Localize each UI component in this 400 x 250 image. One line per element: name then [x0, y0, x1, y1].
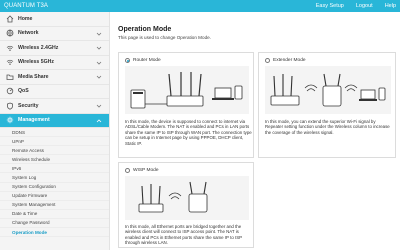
router-mode-illustration: [125, 66, 249, 114]
extender-icon: [322, 73, 342, 107]
shield-icon: [5, 101, 14, 110]
header-links: Easy Setup Logout Help: [316, 1, 396, 11]
wisp-mode-label: WISP Mode: [133, 167, 159, 173]
sidebar-item-label: Wireless 5GHz: [18, 59, 54, 66]
sidebar-item-management[interactable]: Management: [0, 113, 109, 128]
easy-setup-link[interactable]: Easy Setup: [316, 1, 344, 11]
wisp-mode-illustration: [125, 176, 249, 220]
help-link[interactable]: Help: [385, 1, 396, 11]
folder-icon: [5, 72, 14, 81]
logout-link[interactable]: Logout: [356, 1, 373, 11]
submenu-item-wireless-schedule[interactable]: Wireless Schedule: [0, 155, 109, 165]
sidebar-item-wireless-24[interactable]: Wireless 2.4GHz: [0, 41, 109, 56]
chevron-down-icon: [95, 102, 103, 110]
wifi-icon: [304, 84, 318, 92]
sidebar-item-label: QoS: [18, 88, 29, 95]
extender-mode-radio[interactable]: [265, 58, 270, 63]
brand-logo: QUANTUM T3A: [4, 3, 48, 9]
submenu-item-remote-access[interactable]: Remote Access: [0, 146, 109, 156]
chevron-down-icon: [95, 73, 103, 81]
sidebar-item-home[interactable]: Home: [0, 12, 109, 27]
sidebar-item-label: Management: [18, 117, 50, 124]
top-bar: QUANTUM T3A Easy Setup Logout Help: [0, 0, 400, 12]
router-mode-description: In this mode, the device is supposed to …: [125, 119, 252, 146]
main-content: Operation Mode This page is used to chan…: [114, 12, 400, 250]
extender-mode-illustration: [265, 66, 391, 114]
sidebar-item-label: Network: [18, 30, 39, 37]
router-mode-label: Router Mode: [133, 57, 161, 63]
wifi-icon: [5, 58, 14, 67]
management-submenu: DDNS UPnP Remote Access Wireless Schedul…: [0, 128, 109, 238]
access-point-icon: [188, 181, 208, 213]
sidebar-item-label: Media Share: [18, 73, 49, 80]
extender-mode-card[interactable]: Extender Mode In this mode, you can exte…: [258, 52, 396, 158]
extender-mode-label: Extender Mode: [273, 57, 306, 63]
extender-mode-description: In this mode, you can extend the superio…: [265, 119, 390, 135]
page-subtitle: This page is used to change Operation Mo…: [118, 35, 211, 40]
sidebar-item-network[interactable]: Network: [0, 26, 109, 41]
chevron-down-icon: [95, 44, 103, 52]
submenu-item-system-management[interactable]: System Management: [0, 201, 109, 210]
submenu-item-ipv6[interactable]: IPv6: [0, 164, 109, 174]
submenu-item-operation-mode[interactable]: Operation Mode: [0, 228, 109, 238]
router-mode-card[interactable]: Router Mode In this mode, the device is …: [118, 52, 254, 158]
chevron-up-icon: [95, 117, 103, 125]
wisp-mode-radio[interactable]: [125, 168, 130, 173]
submenu-item-upnp[interactable]: UPnP: [0, 137, 109, 147]
submenu-item-update-firmware[interactable]: Update Firmware: [0, 192, 109, 201]
sidebar-item-media-share[interactable]: Media Share: [0, 70, 109, 85]
laptop-icon: [212, 87, 234, 100]
router-mode-radio[interactable]: [125, 58, 130, 63]
sidebar-item-label: Security: [18, 102, 39, 109]
modem-icon: [130, 89, 146, 109]
chevron-down-icon: [95, 59, 103, 67]
phone-icon: [378, 87, 386, 101]
phone-icon: [234, 85, 243, 100]
laptop-icon: [359, 89, 377, 101]
wisp-mode-description: In this mode, all Ethernet ports are bri…: [125, 224, 242, 246]
sidebar-item-security[interactable]: Security: [0, 99, 109, 114]
submenu-item-system-log[interactable]: System Log: [0, 173, 109, 183]
wifi-icon: [5, 43, 14, 52]
qos-icon: [5, 87, 14, 96]
sidebar-item-label: Wireless 2.4GHz: [18, 44, 59, 51]
wifi-icon: [168, 192, 182, 200]
page-title: Operation Mode: [118, 26, 172, 33]
submenu-item-ddns[interactable]: DDNS: [0, 128, 109, 138]
router-icon: [270, 74, 300, 106]
router-icon: [166, 72, 204, 107]
wifi-icon: [344, 84, 358, 92]
submenu-item-date-time[interactable]: Date & Time: [0, 210, 109, 219]
home-icon: [5, 14, 14, 23]
sidebar-item-label: Home: [18, 15, 33, 22]
submenu-item-change-password[interactable]: Change Password: [0, 219, 109, 229]
globe-icon: [5, 29, 14, 38]
sidebar-item-qos[interactable]: QoS: [0, 84, 109, 99]
sidebar-item-wireless-5[interactable]: Wireless 5GHz: [0, 55, 109, 70]
sidebar: Home Network Wireless 2.4GHz Wireless 5G…: [0, 12, 110, 250]
wisp-mode-card[interactable]: WISP Mode In this mode, all Ethernet por…: [118, 162, 254, 248]
submenu-item-system-configuration[interactable]: System Configuration: [0, 183, 109, 192]
chevron-down-icon: [95, 30, 103, 38]
gear-icon: [5, 116, 14, 125]
router-icon: [138, 184, 164, 213]
